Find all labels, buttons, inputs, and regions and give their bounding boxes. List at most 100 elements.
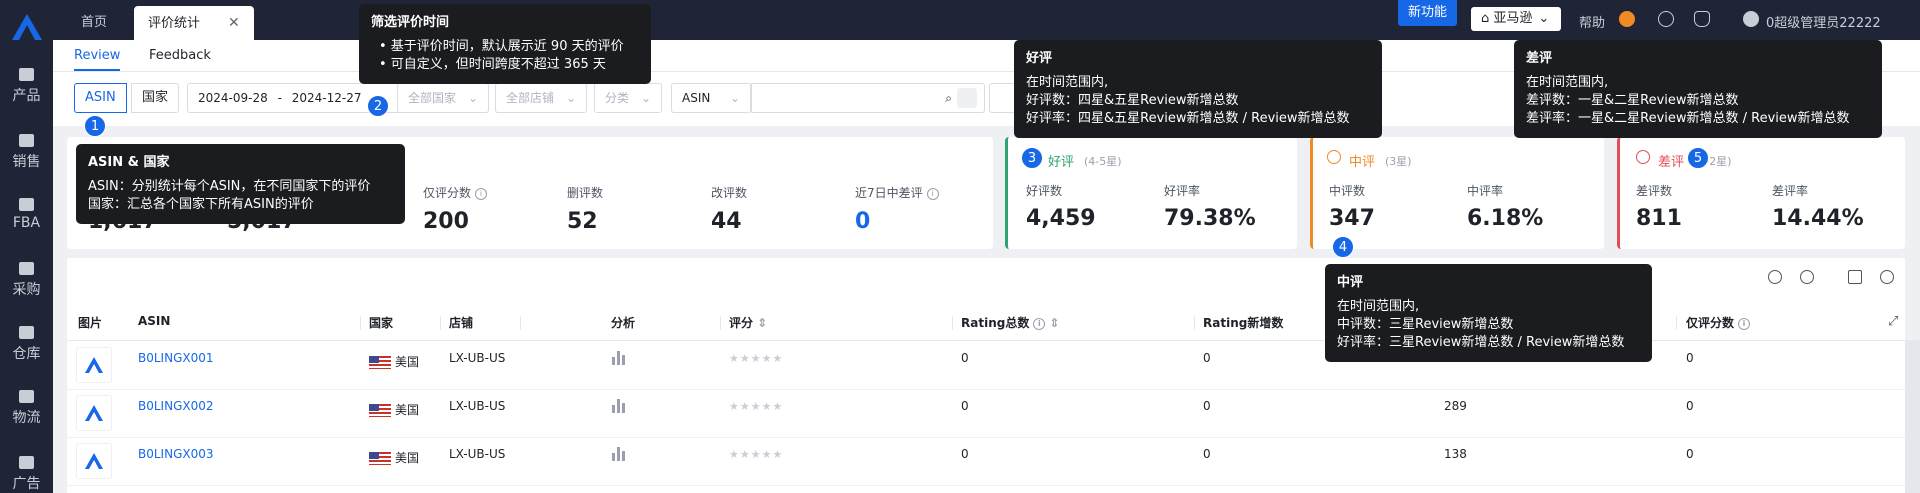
search-icon[interactable]: ⌕ bbox=[945, 84, 952, 112]
store-select[interactable]: ⌂ 亚马逊 ⌄ bbox=[1471, 7, 1561, 31]
settings-icon[interactable] bbox=[1880, 270, 1894, 284]
column-divider[interactable] bbox=[952, 316, 953, 330]
nav-item-logistics[interactable]: 物流 bbox=[0, 390, 53, 427]
product-thumbnail[interactable] bbox=[76, 395, 112, 431]
asin-link[interactable]: B0LINGX001 bbox=[138, 351, 214, 365]
product-thumbnail[interactable] bbox=[76, 443, 112, 479]
new-feature-button[interactable]: 新功能 bbox=[1398, 0, 1458, 26]
mid-range: (3星) bbox=[1385, 155, 1412, 168]
column-divider[interactable] bbox=[440, 316, 441, 330]
close-icon[interactable]: ✕ bbox=[228, 15, 240, 31]
column-divider[interactable] bbox=[1194, 316, 1195, 330]
info-icon[interactable]: i bbox=[475, 187, 488, 200]
bad-count-value: 811 bbox=[1636, 206, 1682, 231]
batch-search-icon[interactable] bbox=[957, 88, 977, 108]
column-divider[interactable] bbox=[520, 316, 521, 330]
export-icon[interactable] bbox=[1848, 270, 1862, 284]
tab-review[interactable]: Review bbox=[74, 48, 121, 71]
good-rate-label: 好评率 bbox=[1164, 184, 1201, 198]
search-type-select[interactable]: ASIN ⌄ bbox=[671, 83, 751, 113]
help-icon[interactable] bbox=[1800, 270, 1814, 284]
star-rating: ★★★★★ bbox=[729, 352, 784, 365]
category-select[interactable]: 分类 ⌄ bbox=[594, 83, 662, 113]
vertical-scrollbar[interactable] bbox=[1905, 340, 1920, 493]
column-divider[interactable] bbox=[360, 316, 361, 330]
nav-item-purchase[interactable]: 采购 bbox=[0, 262, 53, 299]
expand-icon[interactable]: ⤢ bbox=[1888, 314, 1898, 329]
rating-only-cell: 0 bbox=[1686, 447, 1694, 461]
product-icon bbox=[19, 68, 34, 81]
th-image: 图片 bbox=[78, 316, 103, 330]
asin-link[interactable]: B0LINGX002 bbox=[138, 399, 214, 413]
bad-rate-value: 14.44% bbox=[1772, 206, 1864, 231]
nav-item-warehouse[interactable]: 仓库 bbox=[0, 326, 53, 363]
analysis-chart-icon[interactable] bbox=[612, 399, 626, 413]
recent-negative-value[interactable]: 0 bbox=[855, 209, 870, 234]
download-icon[interactable] bbox=[1658, 11, 1674, 27]
row-divider bbox=[67, 389, 1905, 390]
sort-icon[interactable]: ⇕ bbox=[753, 316, 767, 330]
country-select[interactable]: 全部国家 ⌄ bbox=[397, 83, 489, 113]
th-score[interactable]: 评分 ⇕ bbox=[729, 314, 767, 331]
nav-item-ads[interactable]: 广告 bbox=[0, 456, 53, 493]
rating-total-cell: 0 bbox=[961, 351, 969, 365]
product-thumbnail[interactable] bbox=[76, 347, 112, 383]
tab-home[interactable]: 首页 bbox=[81, 6, 107, 40]
deleted-value: 52 bbox=[567, 209, 598, 234]
chevron-down-icon: ⌄ bbox=[1538, 11, 1550, 26]
seg-country[interactable]: 国家 bbox=[131, 83, 180, 113]
avatar[interactable] bbox=[1743, 11, 1759, 27]
column-divider[interactable] bbox=[1676, 316, 1677, 330]
th-analysis: 分析 bbox=[611, 316, 636, 330]
logistics-icon bbox=[19, 390, 34, 403]
app-logo[interactable] bbox=[12, 14, 42, 40]
rating-only-cell: 0 bbox=[1686, 399, 1694, 413]
country-cell: 美国 bbox=[369, 401, 419, 418]
asin-country-tooltip: ASIN & 国家 ASIN：分别统计每个ASIN，在不同国家下的评价 国家：汇… bbox=[76, 144, 405, 224]
rating-total-cell: 0 bbox=[961, 447, 969, 461]
store-icon: ⌂ bbox=[1481, 11, 1494, 26]
analysis-chart-icon[interactable] bbox=[612, 351, 626, 365]
help-link[interactable]: 帮助 bbox=[1579, 12, 1605, 31]
good-rate-value: 79.38% bbox=[1164, 206, 1256, 231]
th-asin[interactable]: ASIN bbox=[138, 314, 170, 328]
asin-link[interactable]: B0LINGX003 bbox=[138, 447, 214, 461]
support-icon[interactable] bbox=[1619, 11, 1635, 27]
mid-count-label: 中评数 bbox=[1329, 184, 1366, 198]
edited-value: 44 bbox=[711, 209, 742, 234]
mid-rate-value: 6.18% bbox=[1467, 206, 1544, 231]
rating-new-cell: 0 bbox=[1203, 399, 1211, 413]
sad-face-icon bbox=[1636, 150, 1650, 164]
th-rating-only: 仅评分数 i bbox=[1686, 314, 1751, 331]
bell-icon[interactable] bbox=[1694, 11, 1710, 27]
info-icon[interactable]: i bbox=[1033, 317, 1046, 330]
info-icon[interactable]: i bbox=[1738, 317, 1751, 330]
seg-asin[interactable]: ASIN bbox=[74, 83, 127, 113]
step-badge-3: 3 bbox=[1021, 147, 1043, 169]
column-divider[interactable] bbox=[720, 316, 721, 330]
analysis-chart-icon[interactable] bbox=[612, 447, 626, 461]
nav-item-fba[interactable]: FBA bbox=[0, 198, 53, 231]
store-cell: LX-UB-US bbox=[449, 399, 506, 413]
th-rating-total[interactable]: Rating总数 i ⇕ bbox=[961, 314, 1060, 331]
sort-icon[interactable]: ⇕ bbox=[1045, 316, 1060, 330]
country-cell: 美国 bbox=[369, 449, 419, 466]
rating-only-value: 200 bbox=[423, 209, 469, 234]
bad-rate-label: 差评率 bbox=[1772, 184, 1809, 198]
info-icon[interactable]: i bbox=[926, 187, 939, 200]
th-rating-new: Rating新增数 bbox=[1203, 316, 1284, 330]
refresh-icon[interactable] bbox=[1768, 270, 1782, 284]
chevron-down-icon: ⌄ bbox=[640, 91, 651, 105]
search-input[interactable]: ⌕ bbox=[751, 83, 985, 113]
user-name[interactable]: 0超级管理员22222 bbox=[1766, 12, 1881, 31]
mid-rate-label: 中评率 bbox=[1467, 184, 1504, 198]
tab-feedback[interactable]: Feedback bbox=[149, 48, 211, 63]
tab-review-stats[interactable]: 评价统计 ✕ bbox=[134, 6, 254, 40]
chevron-down-icon: ⌄ bbox=[467, 91, 478, 105]
step-badge-4: 4 bbox=[1332, 236, 1354, 258]
ads-icon bbox=[19, 456, 34, 469]
nav-item-sales[interactable]: 销售 bbox=[0, 134, 53, 171]
store-filter-select[interactable]: 全部店铺 ⌄ bbox=[495, 83, 587, 113]
rating-only-cell: 0 bbox=[1686, 351, 1694, 365]
nav-item-product[interactable]: 产品 bbox=[0, 68, 53, 105]
